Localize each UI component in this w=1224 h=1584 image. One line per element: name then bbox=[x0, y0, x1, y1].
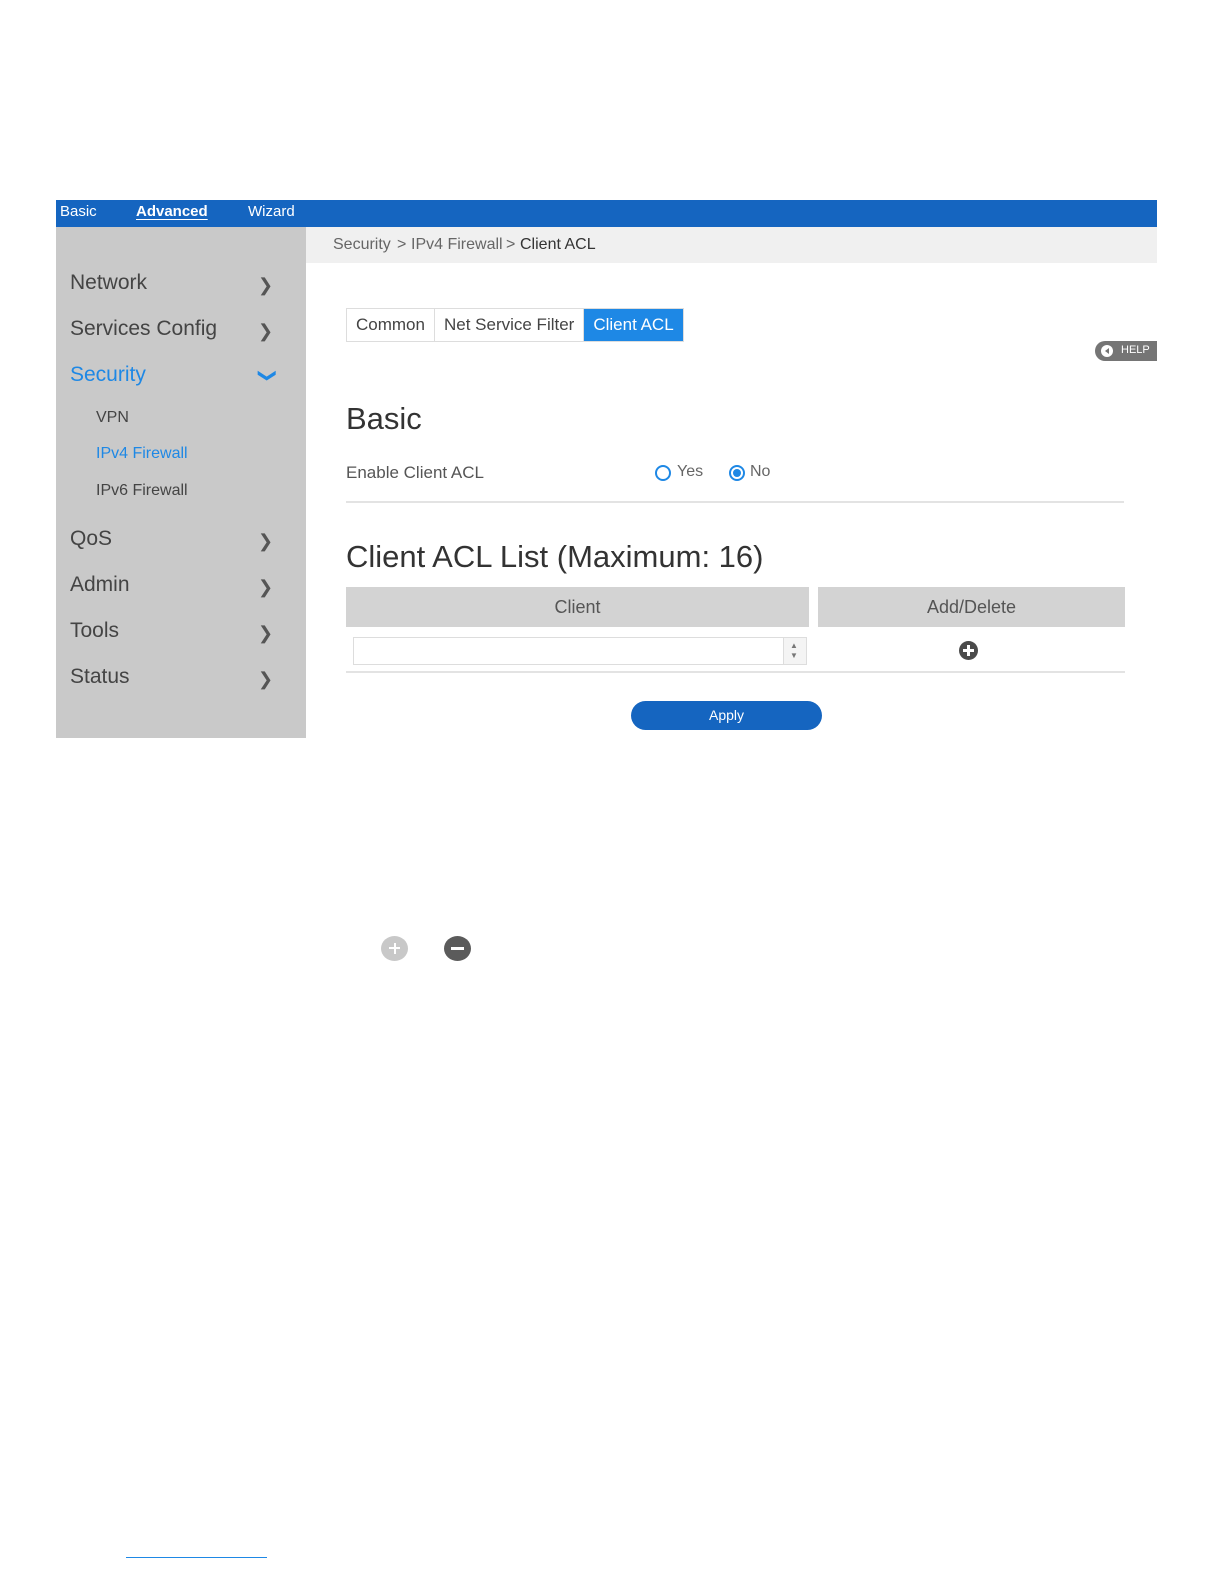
section-title-acl-list: Client ACL List (Maximum: 16) bbox=[346, 539, 764, 574]
radio-yes-circle bbox=[655, 465, 671, 481]
radio-yes-label: Yes bbox=[677, 463, 704, 480]
sidebar-subitem-vpn[interactable]: VPN bbox=[96, 409, 129, 427]
sidebar-item-label: Tools bbox=[70, 619, 120, 642]
breadcrumb: Security > IPv4 Firewall > Client ACL bbox=[306, 227, 1157, 263]
tab-net-service-filter[interactable]: Net Service Filter bbox=[434, 309, 585, 341]
chevron-right-icon: ❯ bbox=[258, 531, 274, 551]
sidebar-subitem-ipv4-firewall[interactable]: IPv4 Firewall bbox=[96, 445, 188, 463]
breadcrumb-ipv4-firewall[interactable]: IPv4 Firewall bbox=[411, 236, 503, 254]
sidebar: Network ❯ Services Config ❯ Security ❯ V… bbox=[56, 227, 306, 738]
client-spinner[interactable]: ▲ ▼ bbox=[783, 637, 807, 665]
divider bbox=[346, 671, 1125, 673]
divider bbox=[346, 501, 1124, 503]
sidebar-item-label: Status bbox=[70, 665, 130, 688]
radio-no[interactable]: No bbox=[729, 462, 779, 484]
nav-basic[interactable]: Basic bbox=[60, 203, 97, 220]
radio-no-label: No bbox=[750, 463, 771, 480]
plus-circle-icon-vertical bbox=[967, 645, 970, 656]
sidebar-item-label: QoS bbox=[70, 527, 113, 550]
client-input[interactable] bbox=[353, 637, 784, 665]
section-title-basic: Basic bbox=[346, 401, 422, 436]
enable-client-acl-label: Enable Client ACL bbox=[346, 463, 484, 482]
sidebar-item-security[interactable]: Security ❯ bbox=[70, 363, 290, 393]
chevron-right-icon: ❯ bbox=[258, 577, 274, 597]
sidebar-item-label: Security bbox=[70, 363, 146, 386]
minus-bar bbox=[451, 947, 464, 950]
sidebar-item-tools[interactable]: Tools ❯ bbox=[70, 619, 290, 649]
sidebar-item-status[interactable]: Status ❯ bbox=[70, 665, 290, 695]
sidebar-item-label: Network bbox=[70, 271, 148, 294]
chevron-down-icon: ❯ bbox=[258, 367, 279, 384]
sidebar-item-label: Services Config bbox=[70, 317, 218, 340]
apply-button[interactable]: Apply bbox=[631, 701, 822, 730]
chevron-left-icon bbox=[1101, 345, 1113, 357]
sidebar-item-label: Admin bbox=[70, 573, 130, 596]
sidebar-item-qos[interactable]: QoS ❯ bbox=[70, 527, 290, 557]
chevron-right-icon: ❯ bbox=[258, 669, 274, 689]
nav-wizard[interactable]: Wizard bbox=[248, 203, 295, 220]
top-nav-bar: Basic Advanced Wizard bbox=[56, 200, 1157, 227]
spinner-up-icon: ▲ bbox=[790, 641, 798, 650]
minus-circle-icon bbox=[444, 936, 471, 961]
column-header-client: Client bbox=[346, 587, 809, 627]
plus-circle-icon bbox=[381, 936, 408, 961]
chevron-right-icon: ❯ bbox=[258, 623, 274, 643]
sidebar-item-admin[interactable]: Admin ❯ bbox=[70, 573, 290, 603]
radio-no-circle bbox=[729, 465, 745, 481]
plus-bar-v bbox=[393, 943, 396, 954]
tab-common[interactable]: Common bbox=[347, 309, 435, 341]
help-label: HELP bbox=[1121, 344, 1150, 356]
radio-yes[interactable]: Yes bbox=[655, 462, 705, 484]
help-button[interactable]: HELP bbox=[1095, 341, 1157, 361]
chevron-right-icon: ❯ bbox=[258, 275, 274, 295]
tab-bar: Common Net Service Filter Client ACL bbox=[346, 308, 684, 342]
sidebar-item-network[interactable]: Network ❯ bbox=[70, 271, 290, 301]
add-row-button[interactable] bbox=[959, 641, 978, 660]
spinner-down-icon: ▼ bbox=[790, 651, 798, 660]
breadcrumb-current: Client ACL bbox=[520, 236, 596, 253]
breadcrumb-separator: > bbox=[506, 236, 516, 253]
breadcrumb-security[interactable]: Security bbox=[333, 236, 391, 254]
nav-advanced[interactable]: Advanced bbox=[136, 203, 208, 220]
sidebar-item-services-config[interactable]: Services Config ❯ bbox=[70, 317, 290, 347]
sidebar-subitem-ipv6-firewall[interactable]: IPv6 Firewall bbox=[96, 482, 188, 500]
column-header-add-delete: Add/Delete bbox=[818, 587, 1125, 627]
tab-client-acl[interactable]: Client ACL bbox=[584, 309, 683, 341]
chevron-right-icon: ❯ bbox=[258, 321, 274, 341]
footnote-rule bbox=[126, 1557, 267, 1558]
breadcrumb-separator: > bbox=[397, 236, 407, 253]
